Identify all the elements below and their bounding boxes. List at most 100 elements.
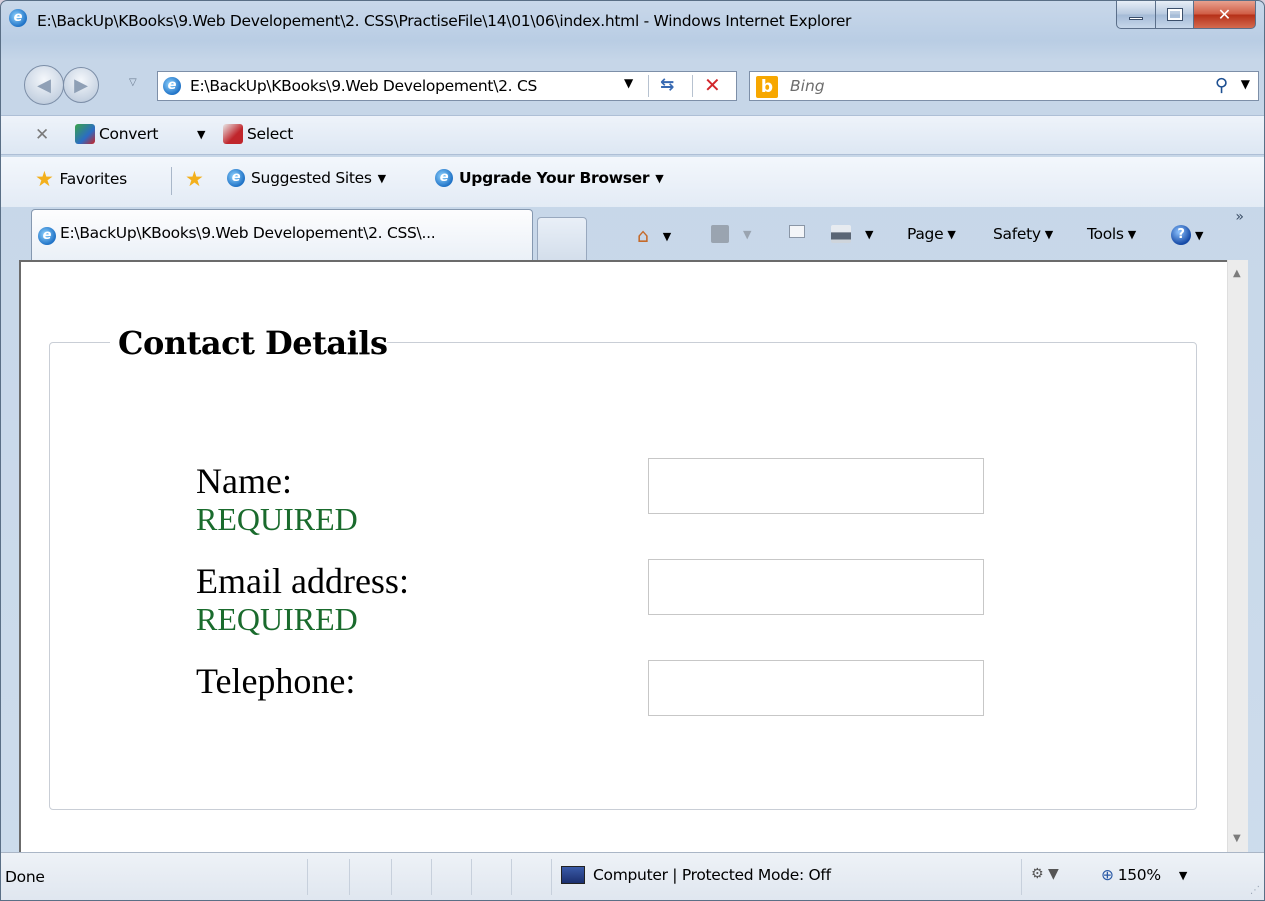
print-button[interactable]: ▼	[831, 225, 873, 243]
computer-icon	[561, 866, 585, 884]
divider	[1021, 859, 1022, 895]
address-bar[interactable]: e E:\BackUp\KBooks\9.Web Developement\2.…	[157, 71, 737, 101]
email-label: Email address:	[196, 561, 409, 601]
search-icon[interactable]: ⚲	[1215, 75, 1228, 96]
search-box[interactable]: b Bing ⚲ ▼	[749, 71, 1259, 101]
ie-page-icon: e	[435, 169, 453, 187]
safety-menu-label: Safety	[993, 225, 1041, 243]
maximize-icon	[1166, 8, 1183, 21]
divider	[307, 859, 308, 895]
suggested-sites-label: Suggested Sites	[251, 169, 372, 187]
convert-dropdown-icon[interactable]: ▼	[197, 128, 205, 141]
name-input[interactable]	[648, 458, 984, 514]
forward-button[interactable]: ▶	[63, 67, 99, 103]
divider	[648, 75, 649, 97]
close-toolbar-icon[interactable]: ✕	[35, 125, 49, 145]
safety-menu[interactable]: Safety ▼	[993, 225, 1053, 243]
home-icon: ⌂	[637, 225, 649, 247]
zoom-level: 150%	[1117, 866, 1161, 884]
chevron-down-icon: ▼	[1044, 227, 1053, 241]
divider	[171, 167, 172, 195]
home-button[interactable]: ⌂ ▼	[637, 225, 671, 247]
telephone-input[interactable]	[648, 660, 984, 716]
chevron-down-icon: ▼	[1195, 228, 1204, 242]
back-button[interactable]: ◀	[24, 65, 64, 105]
page-content: Contact Details Name: REQUIRED Email add…	[19, 260, 1247, 852]
divider	[471, 859, 472, 895]
resize-grip-icon[interactable]: ⋰	[1250, 885, 1260, 896]
add-to-favorites-button[interactable]: ★	[185, 169, 204, 190]
scroll-up-icon[interactable]: ▲	[1233, 268, 1241, 279]
divider	[431, 859, 432, 895]
name-label: Name:	[196, 461, 292, 501]
ie-page-icon: e	[38, 227, 56, 245]
search-options-dropdown-icon[interactable]: ▼	[1241, 77, 1250, 91]
help-button[interactable]: ? ▼	[1171, 225, 1203, 245]
recent-pages-dropdown[interactable]: ▽	[129, 77, 137, 88]
arrow-left-icon: ◀	[37, 74, 51, 96]
zone-text: Computer | Protected Mode: Off	[593, 866, 831, 884]
address-dropdown-icon[interactable]: ▼	[624, 76, 633, 90]
minimize-icon	[1129, 17, 1143, 20]
upgrade-label: Upgrade Your Browser	[459, 169, 650, 187]
caption-buttons: ✕	[1116, 1, 1256, 31]
chevron-down-icon: ▼	[743, 227, 752, 241]
close-button[interactable]: ✕	[1194, 1, 1256, 29]
more-tools-chevron-icon[interactable]: »	[1235, 209, 1244, 225]
rss-feed-icon	[711, 225, 729, 243]
command-bar: ✕ Convert ▼ Select	[1, 115, 1264, 155]
select-button[interactable]: Select	[223, 124, 293, 144]
refresh-icon[interactable]: ⇆	[660, 75, 674, 95]
tab-row: e E:\BackUp\KBooks\9.Web Developement\2.…	[1, 205, 1264, 261]
suggested-sites-button[interactable]: e Suggested Sites ▼	[227, 169, 386, 187]
status-bar: Done Computer | Protected Mode: Off ⚙ ▼ …	[1, 852, 1264, 900]
vertical-scrollbar[interactable]: ▲ ▼	[1227, 260, 1248, 852]
upgrade-browser-button[interactable]: e Upgrade Your Browser ▼	[435, 169, 664, 187]
chevron-down-icon: ▼	[1127, 227, 1136, 241]
address-input[interactable]: E:\BackUp\KBooks\9.Web Developement\2. C…	[190, 72, 618, 100]
convert-label: Convert	[99, 125, 159, 143]
divider	[692, 75, 693, 97]
contact-fieldset: Contact Details Name: REQUIRED Email add…	[49, 325, 1197, 810]
printer-icon	[831, 225, 851, 243]
new-tab-button[interactable]	[537, 217, 587, 261]
tools-menu[interactable]: Tools ▼	[1087, 225, 1136, 243]
convert-button[interactable]: Convert	[75, 124, 159, 144]
divider	[511, 859, 512, 895]
zoom-control[interactable]: ⊕ 150% ▼	[1101, 866, 1187, 884]
convert-icon	[75, 124, 95, 144]
read-mail-button[interactable]	[789, 225, 805, 238]
zoom-icon: ⊕	[1101, 866, 1114, 884]
maximize-button[interactable]	[1156, 1, 1194, 29]
ie-page-icon: e	[227, 169, 245, 187]
minimize-button[interactable]	[1116, 1, 1156, 29]
chevron-down-icon: ▼	[1178, 868, 1187, 882]
ie-logo-icon: e	[9, 9, 27, 27]
tools-menu-label: Tools	[1087, 225, 1124, 243]
divider	[391, 859, 392, 895]
protected-mode-icon[interactable]: ⚙ ▼	[1031, 866, 1059, 882]
close-icon: ✕	[1217, 5, 1232, 24]
arrow-right-icon: ▶	[74, 74, 88, 96]
star-icon: ★	[35, 167, 54, 191]
page-menu-label: Page	[907, 225, 944, 243]
pdf-select-icon	[223, 124, 243, 144]
favorites-label: Favorites	[59, 170, 128, 188]
page-icon: e	[163, 77, 181, 95]
tab-active[interactable]: e E:\BackUp\KBooks\9.Web Developement\2.…	[31, 209, 533, 261]
feeds-button[interactable]: ▼	[711, 225, 751, 243]
page-menu[interactable]: Page ▼	[907, 225, 956, 243]
security-zone[interactable]: Computer | Protected Mode: Off	[561, 866, 831, 884]
email-input[interactable]	[648, 559, 984, 615]
divider	[551, 859, 552, 895]
search-input[interactable]: Bing	[790, 72, 825, 100]
divider	[349, 859, 350, 895]
stop-icon[interactable]: ✕	[704, 73, 721, 97]
name-required-label: REQUIRED	[196, 501, 358, 537]
help-icon: ?	[1171, 225, 1191, 245]
favorites-button[interactable]: ★ Favorites	[35, 167, 128, 191]
status-text: Done	[5, 868, 45, 886]
chevron-down-icon: ▼	[655, 171, 664, 185]
scroll-down-icon[interactable]: ▼	[1233, 833, 1241, 844]
address-row: ◀ ▶ ▽ e E:\BackUp\KBooks\9.Web Developem…	[1, 59, 1264, 109]
